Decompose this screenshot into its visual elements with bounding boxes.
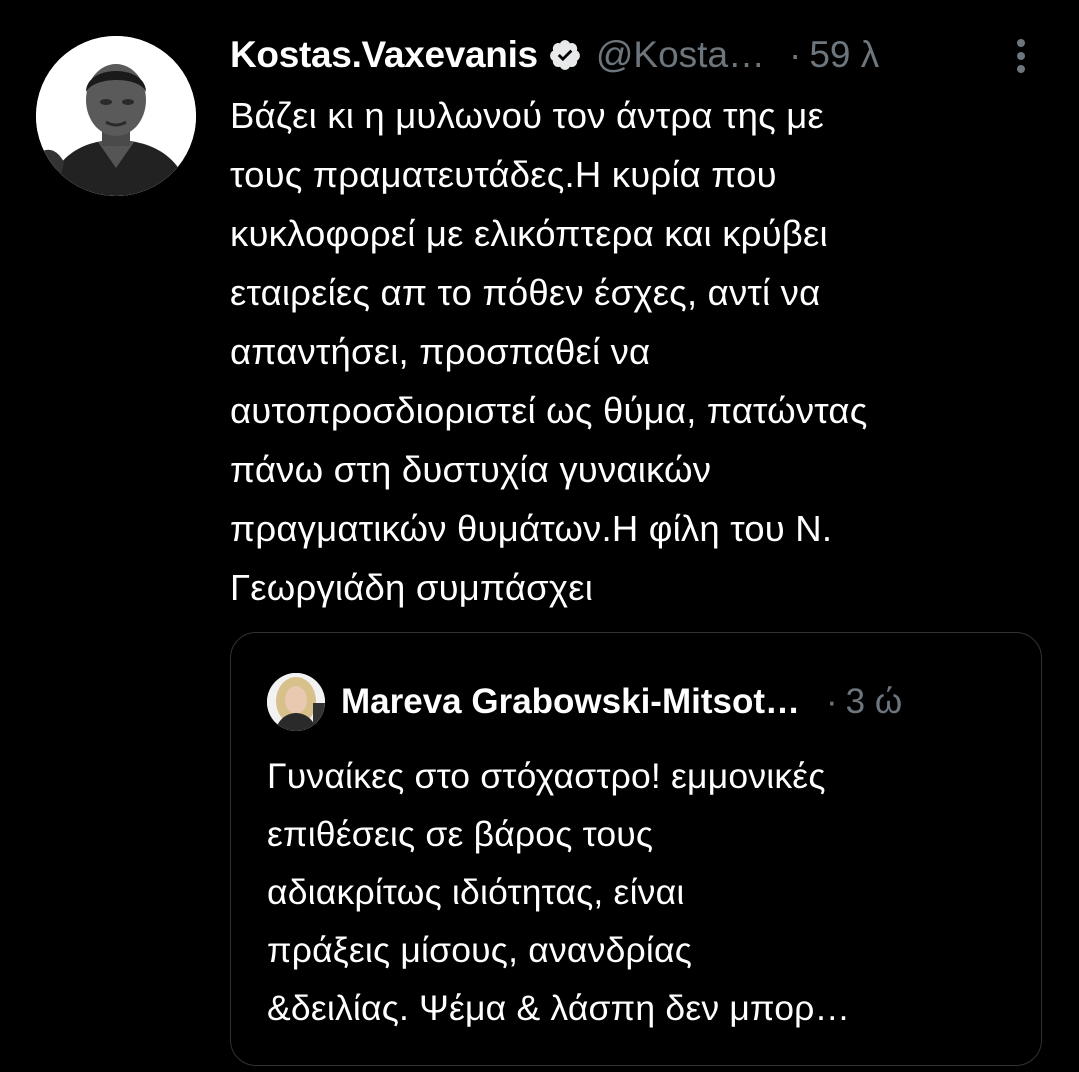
- tweet-text: Βάζει κι η μυλωνού τον άντρα της με τους…: [230, 95, 868, 608]
- quoted-author-avatar[interactable]: [267, 673, 325, 731]
- quoted-tweet-timestamp[interactable]: 3 ώ: [846, 682, 903, 722]
- more-vertical-icon: [1017, 39, 1025, 73]
- avatar-photo-icon: [36, 36, 196, 196]
- quoted-tweet-header: Mareva Grabowski-Mitsot… · 3 ώ: [341, 673, 1031, 731]
- tweet-timestamp[interactable]: 59 λ: [809, 34, 879, 76]
- separator-dot: ·: [789, 34, 802, 75]
- author-avatar[interactable]: [36, 36, 196, 196]
- author-handle[interactable]: @Kosta…: [596, 34, 765, 76]
- more-options-button[interactable]: [1004, 36, 1038, 76]
- tweet[interactable]: Kostas.Vaxevanis @Kosta… · 59 λ Βάζει κι…: [0, 0, 1079, 1072]
- separator-dot: ·: [826, 682, 838, 721]
- quoted-author-display-name[interactable]: Mareva Grabowski-Mitsot…: [341, 682, 800, 722]
- author-display-name[interactable]: Kostas.Vaxevanis: [230, 34, 538, 76]
- avatar-photo-icon: [267, 673, 325, 731]
- quoted-tweet-text: Γυναίκες στο στόχαστρο! εμμονικές επιθέσ…: [267, 756, 851, 1028]
- verified-badge-icon: [548, 38, 582, 72]
- quoted-tweet[interactable]: Mareva Grabowski-Mitsot… · 3 ώ Γυναίκες …: [230, 632, 1042, 1066]
- tweet-header: Kostas.Vaxevanis @Kosta… · 59 λ: [230, 30, 1040, 80]
